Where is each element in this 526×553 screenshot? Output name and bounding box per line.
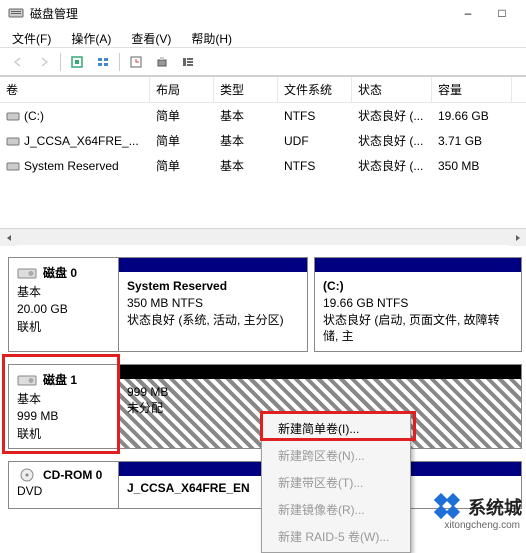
menu-help[interactable]: 帮助(H) xyxy=(187,28,236,45)
cell-status: 状态良好 (... xyxy=(352,105,432,126)
cell-fs: NTFS xyxy=(278,155,352,176)
context-menu-item: 新建 RAID-5 卷(W)... xyxy=(264,523,408,550)
cell-capacity: 3.71 GB xyxy=(432,130,512,151)
disk-0-panel: 磁盘 0 基本 20.00 GB 联机 System Reserved 350 … xyxy=(8,257,522,352)
system-buttons: – □ xyxy=(452,3,518,23)
disk-icon xyxy=(17,266,37,280)
disk-0-type: 基本 xyxy=(17,283,110,300)
window-title: 磁盘管理 xyxy=(30,5,452,22)
cell-fs: NTFS xyxy=(278,105,352,126)
table-row[interactable]: J_CCSA_X64FRE_... 简单基本UDF状态良好 (...3.71 GB xyxy=(0,128,526,153)
cell-capacity: 19.66 GB xyxy=(432,105,512,126)
partition-name: System Reserved xyxy=(127,278,299,295)
cell-layout: 简单 xyxy=(150,155,214,176)
col-header-status[interactable]: 状态 xyxy=(352,77,432,102)
partition-detail: 状态良好 (系统, 活动, 主分区) xyxy=(127,312,299,329)
col-header-volume[interactable]: 卷 xyxy=(0,77,150,102)
refresh-button[interactable] xyxy=(67,52,87,72)
context-menu-item: 新建镜像卷(R)... xyxy=(264,496,408,523)
unalloc-size: 999 MB xyxy=(127,385,168,399)
cell-volume: J_CCSA_X64FRE_... xyxy=(24,134,139,148)
scroll-left-arrow[interactable] xyxy=(0,229,17,246)
col-header-type[interactable]: 类型 xyxy=(214,77,278,102)
app-icon xyxy=(8,5,24,21)
volume-icon xyxy=(6,160,20,172)
cell-status: 状态良好 (... xyxy=(352,130,432,151)
settings-button[interactable] xyxy=(152,52,172,72)
table-header-row: 卷 布局 类型 文件系统 状态 容量 xyxy=(0,77,526,103)
highlight-box xyxy=(2,354,120,454)
cdrom-icon xyxy=(17,468,37,482)
cdrom-label[interactable]: CD-ROM 0 DVD xyxy=(8,461,118,509)
disk-0-status: 联机 xyxy=(17,318,110,335)
watermark: 系统城 xyxy=(434,493,522,521)
cell-layout: 简单 xyxy=(150,130,214,151)
menu-bar: 文件(F) 操作(A) 查看(V) 帮助(H) xyxy=(0,26,526,48)
watermark-text: 系统城 xyxy=(468,494,522,520)
context-menu-item: 新建带区卷(T)... xyxy=(264,469,408,496)
volume-icon xyxy=(6,110,20,122)
disk-0-label[interactable]: 磁盘 0 基本 20.00 GB 联机 xyxy=(8,257,118,352)
toolbar-separator xyxy=(60,53,61,71)
h-scrollbar[interactable] xyxy=(0,228,526,245)
volume-table: 卷 布局 类型 文件系统 状态 容量 (C:)简单基本NTFS状态良好 (...… xyxy=(0,76,526,178)
partition-detail: 状态良好 (启动, 页面文件, 故障转储, 主 xyxy=(323,312,513,346)
toolbar-separator xyxy=(119,53,120,71)
context-menu: 新建简单卷(I)...新建跨区卷(N)...新建带区卷(T)...新建镜像卷(R… xyxy=(261,412,411,553)
partition-c[interactable]: (C:) 19.66 GB NTFS 状态良好 (启动, 页面文件, 故障转储,… xyxy=(314,257,522,352)
cell-volume: (C:) xyxy=(24,109,44,123)
col-header-capacity[interactable]: 容量 xyxy=(432,77,512,102)
partition-header xyxy=(119,365,521,379)
col-header-fs[interactable]: 文件系统 xyxy=(278,77,352,102)
volume-icon xyxy=(6,135,20,147)
col-header-layout[interactable]: 布局 xyxy=(150,77,214,102)
table-row[interactable]: (C:) 简单基本NTFS状态良好 (...19.66 GB xyxy=(0,103,526,128)
scroll-track[interactable] xyxy=(17,229,509,245)
unalloc-label: 未分配 xyxy=(127,399,168,416)
disk-0-size: 20.00 GB xyxy=(17,302,110,316)
table-row[interactable]: System Reserved 简单基本NTFS状态良好 (...350 MB xyxy=(0,153,526,178)
watermark-logo-icon xyxy=(434,493,462,521)
menu-view[interactable]: 查看(V) xyxy=(127,28,175,45)
cell-layout: 简单 xyxy=(150,105,214,126)
highlight-box xyxy=(260,411,416,441)
cdrom-name: CD-ROM 0 xyxy=(43,468,102,482)
partition-header xyxy=(119,258,307,272)
partition-name: (C:) xyxy=(323,278,513,295)
partition-header xyxy=(315,258,521,272)
menu-file[interactable]: 文件(F) xyxy=(8,28,55,45)
cell-fs: UDF xyxy=(278,130,352,151)
view-button[interactable] xyxy=(93,52,113,72)
properties-button[interactable] xyxy=(126,52,146,72)
list-button[interactable] xyxy=(178,52,198,72)
cell-volume: System Reserved xyxy=(24,159,119,173)
cell-type: 基本 xyxy=(214,130,278,151)
partition-system-reserved[interactable]: System Reserved 350 MB NTFS 状态良好 (系统, 活动… xyxy=(118,257,308,352)
title-bar: 磁盘管理 – □ xyxy=(0,0,526,26)
partition-info: 19.66 GB NTFS xyxy=(323,295,513,312)
scroll-right-arrow[interactable] xyxy=(509,229,526,246)
cdrom-type: DVD xyxy=(17,484,110,498)
cell-capacity: 350 MB xyxy=(432,155,512,176)
nav-back-button[interactable] xyxy=(8,52,28,72)
minimize-button[interactable]: – xyxy=(452,3,484,23)
maximize-button[interactable]: □ xyxy=(486,3,518,23)
cell-status: 状态良好 (... xyxy=(352,155,432,176)
toolbar xyxy=(0,48,526,76)
watermark-url: xitongcheng.com xyxy=(444,520,520,531)
context-menu-item: 新建跨区卷(N)... xyxy=(264,442,408,469)
disk-0-name: 磁盘 0 xyxy=(43,264,77,281)
partition-info: 350 MB NTFS xyxy=(127,295,299,312)
nav-forward-button[interactable] xyxy=(34,52,54,72)
cell-type: 基本 xyxy=(214,155,278,176)
menu-action[interactable]: 操作(A) xyxy=(67,28,115,45)
cell-type: 基本 xyxy=(214,105,278,126)
